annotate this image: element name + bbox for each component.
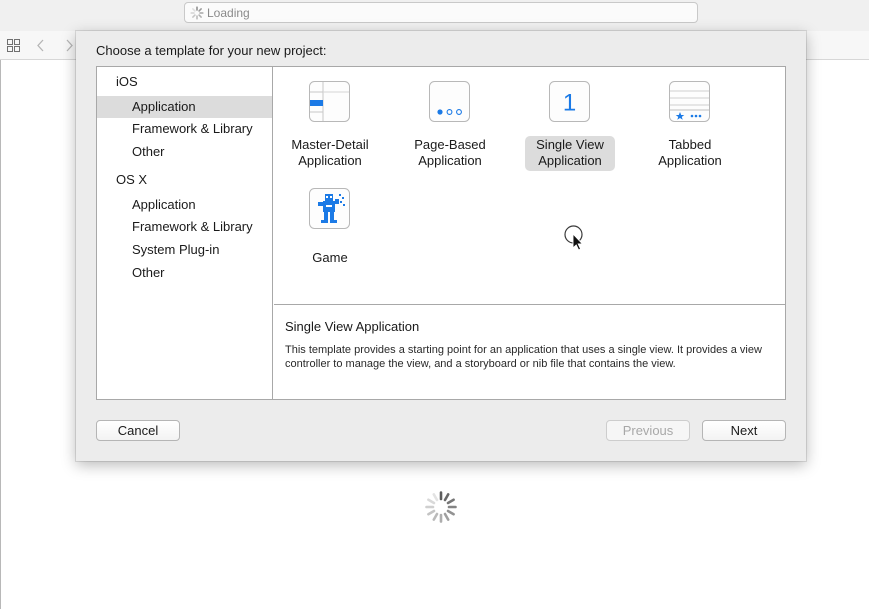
single-view-icon: 1	[549, 81, 590, 122]
template-game[interactable]: Game	[280, 173, 380, 265]
platform-sidebar: iOS Application Framework & Library Othe…	[97, 67, 273, 399]
template-label-line: Application	[538, 153, 602, 168]
template-label: Game	[285, 249, 375, 268]
template-description: Single View Application This template pr…	[274, 306, 785, 399]
template-label: Single View Application	[525, 136, 615, 171]
description-title: Single View Application	[285, 319, 420, 334]
template-master-detail[interactable]: Master-Detail Application	[280, 67, 380, 168]
forward-chevron-icon[interactable]	[64, 38, 74, 53]
sidebar-item-ios-application[interactable]: Application	[97, 96, 272, 118]
template-label-line: Master-Detail	[291, 137, 369, 152]
sidebar-item-ios-other[interactable]: Other	[97, 141, 272, 163]
template-tabbed[interactable]: Tabbed Application	[640, 67, 740, 168]
template-label-line: Single View	[536, 137, 604, 152]
sidebar-item-ios-framework-library[interactable]: Framework & Library	[97, 118, 272, 140]
template-label-line: Application	[418, 153, 482, 168]
previous-button[interactable]: Previous	[606, 420, 690, 441]
back-chevron-icon[interactable]	[36, 38, 46, 53]
cancel-button[interactable]: Cancel	[96, 420, 180, 441]
next-button[interactable]: Next	[702, 420, 786, 441]
template-page-based[interactable]: Page-Based Application	[400, 67, 500, 168]
description-body: This template provides a starting point …	[285, 344, 762, 370]
template-label: Page-Based Application	[405, 136, 495, 171]
sidebar-item-osx-framework-library[interactable]: Framework & Library	[97, 216, 272, 238]
mouse-cursor-icon	[564, 225, 584, 251]
template-label-line: Application	[298, 153, 362, 168]
window-toolbar: Loading	[0, 0, 869, 31]
sheet-title: Choose a template for your new project:	[96, 43, 327, 58]
activity-status-text: Loading	[207, 6, 250, 20]
sidebar-header-osx: OS X	[116, 172, 148, 187]
template-label-line: Page-Based	[414, 137, 486, 152]
template-label: Tabbed Application	[645, 136, 735, 171]
template-label-line: Application	[658, 153, 722, 168]
sidebar-item-osx-other[interactable]: Other	[97, 262, 272, 284]
single-view-icon-digit: 1	[563, 90, 576, 117]
activity-view: Loading	[184, 2, 698, 23]
new-project-sheet: Choose a template for your new project: …	[76, 31, 806, 461]
game-icon	[309, 188, 350, 229]
template-chooser-panel: iOS Application Framework & Library Othe…	[96, 66, 786, 400]
template-label-line: Game	[312, 250, 348, 265]
related-items-grid-icon[interactable]	[6, 38, 21, 53]
template-label-line: Tabbed	[668, 137, 712, 152]
template-grid: Master-Detail Application Page-Based App…	[274, 67, 785, 305]
loading-spinner-icon	[425, 491, 457, 523]
sidebar-item-osx-system-plugin[interactable]: System Plug-in	[97, 239, 272, 261]
window-left-edge	[0, 60, 1, 609]
loading-spinner-icon	[190, 6, 204, 20]
template-single-view[interactable]: 1 Single View Application	[520, 67, 620, 171]
tabbed-icon	[669, 81, 710, 122]
page-based-icon	[429, 81, 470, 122]
sidebar-item-osx-application[interactable]: Application	[97, 194, 272, 216]
template-label: Master-Detail Application	[285, 136, 375, 171]
master-detail-icon	[309, 81, 350, 122]
sidebar-header-ios: iOS	[116, 74, 138, 89]
